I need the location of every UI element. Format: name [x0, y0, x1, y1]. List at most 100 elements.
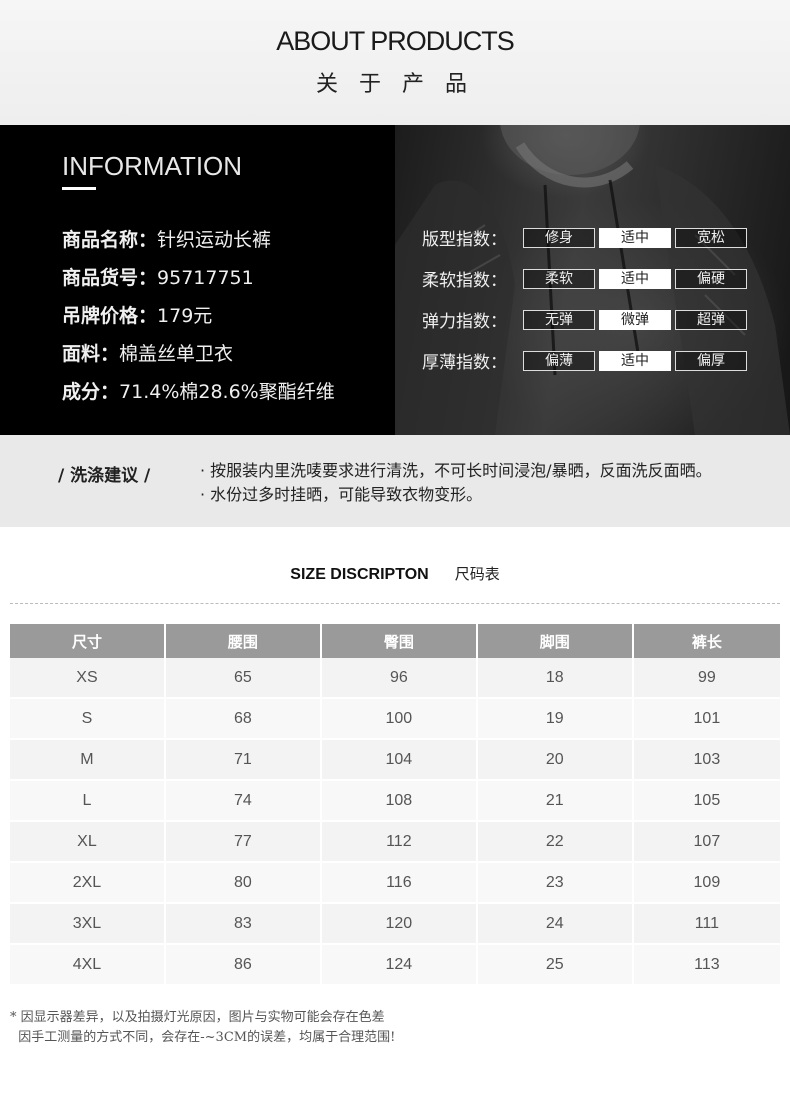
table-cell: 100 [321, 699, 478, 740]
table-cell: 18 [477, 658, 634, 699]
spec-key: 吊牌价格： [62, 305, 158, 327]
table-cell: 105 [633, 781, 780, 822]
table-cell: 24 [477, 904, 634, 945]
rating-option: 修身 [523, 227, 595, 248]
spec-key: 面料： [62, 343, 120, 365]
spec-key: 成分： [62, 381, 120, 403]
column-header: 尺寸 [10, 624, 166, 658]
table-cell: 120 [321, 904, 478, 945]
table-cell: 113 [633, 945, 780, 986]
table-cell: 107 [633, 822, 780, 863]
table-cell: S [10, 699, 166, 740]
table-row: XL 77 112 22 107 [10, 822, 780, 863]
rating-label: 弹力指数： [422, 312, 507, 332]
table-cell: 83 [165, 904, 322, 945]
spec-value: 棉盖丝单卫衣 [119, 343, 234, 365]
rating-option: 柔软 [523, 268, 595, 289]
table-cell: 96 [321, 658, 478, 699]
table-cell: 104 [321, 740, 478, 781]
rating-row: 版型指数： 修身 适中 宽松 [422, 217, 751, 258]
information-title: INFORMATION [62, 151, 243, 181]
spec-name: 商品名称：针织运动长裤 [62, 225, 335, 263]
table-cell: 103 [633, 740, 780, 781]
size-title-en: SIZE DISCRIPTON [290, 566, 429, 583]
spec-key: 商品名称： [62, 229, 158, 251]
table-cell: 20 [477, 740, 634, 781]
rating-row: 厚薄指数： 偏薄 适中 偏厚 [422, 340, 751, 381]
table-cell: 65 [165, 658, 322, 699]
table-cell: 109 [633, 863, 780, 904]
spec-price: 吊牌价格：179元 [62, 301, 335, 339]
table-cell: 108 [321, 781, 478, 822]
table-cell: 68 [165, 699, 322, 740]
table-cell: 112 [321, 822, 478, 863]
table-cell: M [10, 740, 166, 781]
table-cell: 77 [165, 822, 322, 863]
table-cell: 99 [633, 658, 780, 699]
rating-label: 版型指数： [422, 230, 507, 250]
information-panel: INFORMATION 商品名称：针织运动长裤 商品货号：95717751 吊牌… [0, 125, 790, 435]
table-cell: XL [10, 822, 166, 863]
table-cell: 19 [477, 699, 634, 740]
header-title-cn: 关 于 产 品 [316, 72, 474, 97]
table-row: L 74 108 21 105 [10, 781, 780, 822]
size-title: SIZE DISCRIPTON 尺码表 [0, 563, 790, 584]
table-row: XS 65 96 18 99 [10, 658, 780, 699]
table-cell: 25 [477, 945, 634, 986]
spec-composition: 成分：71.4%棉28.6%聚酯纤维 [62, 377, 335, 415]
rating-label: 柔软指数： [422, 271, 507, 291]
spec-item-number: 商品货号：95717751 [62, 263, 335, 301]
table-cell: L [10, 781, 166, 822]
product-ratings: 版型指数： 修身 适中 宽松 柔软指数： 柔软 适中 偏硬 弹力指数： 无弹 微弹 超弹 厚薄指数： 偏薄… [422, 217, 751, 381]
table-cell: 111 [633, 904, 780, 945]
disclaimer-note: * 因显示器差异，以及拍摄灯光原因，图片与实物可能会存在色差 因手工测量的方式不… [10, 1008, 395, 1048]
wash-heading: / 洗涤建议 / [58, 466, 151, 486]
table-row: M 71 104 20 103 [10, 740, 780, 781]
rating-option: 无弹 [523, 309, 595, 330]
table-cell: 2XL [10, 863, 166, 904]
table-cell: 86 [165, 945, 322, 986]
column-header: 腰围 [165, 624, 322, 658]
spec-value: 95717751 [157, 267, 254, 289]
header-title-en: ABOUT PRODUCTS [276, 26, 515, 56]
column-header: 裤长 [633, 624, 780, 658]
rating-option: 偏厚 [675, 350, 747, 371]
table-cell: 124 [321, 945, 478, 986]
about-products-header: ABOUT PRODUCTS 关 于 产 品 [0, 0, 790, 125]
size-title-cn: 尺码表 [454, 565, 500, 583]
size-table-body: XS 65 96 18 99 S 68 100 19 101 M 71 104 20 103 L 74 108 21… [10, 658, 780, 986]
rating-label: 厚薄指数： [422, 353, 507, 373]
spec-value: 针织运动长裤 [157, 229, 272, 251]
table-cell: 74 [165, 781, 322, 822]
wash-line: · 水份过多时挂晒，可能导致衣物变形。 [200, 485, 483, 504]
table-cell: 116 [321, 863, 478, 904]
spec-value: 71.4%棉28.6%聚酯纤维 [119, 381, 335, 403]
table-cell: 4XL [10, 945, 166, 986]
wash-line: · 按服装内里洗唛要求进行清洗，不可长时间浸泡/暴晒，反面洗反面晒。 [200, 461, 712, 480]
rating-option-selected: 微弹 [599, 309, 671, 330]
table-cell: 71 [165, 740, 322, 781]
column-header: 脚围 [477, 624, 634, 658]
rating-option: 偏硬 [675, 268, 747, 289]
size-table-header-row: 尺寸 腰围 臀围 脚围 裤长 [10, 624, 780, 658]
rating-option-selected: 适中 [599, 268, 671, 289]
table-cell: 101 [633, 699, 780, 740]
wash-advice: / 洗涤建议 / · 按服装内里洗唛要求进行清洗，不可长时间浸泡/暴晒，反面洗反… [0, 435, 790, 527]
rating-option: 超弹 [675, 309, 747, 330]
rating-option: 宽松 [675, 227, 747, 248]
size-table: 尺寸 腰围 臀围 脚围 裤长 XS 65 96 18 99 S 68 100 19 101 M 71 104 20… [10, 624, 780, 986]
spec-key: 商品货号： [62, 267, 158, 289]
rating-option-selected: 适中 [599, 227, 671, 248]
note-line: * 因显示器差异，以及拍摄灯光原因，图片与实物可能会存在色差 [10, 1010, 385, 1025]
table-row: S 68 100 19 101 [10, 699, 780, 740]
table-cell: 3XL [10, 904, 166, 945]
table-row: 3XL 83 120 24 111 [10, 904, 780, 945]
rating-option-selected: 适中 [599, 350, 671, 371]
title-underline [62, 187, 96, 190]
spec-value: 179元 [157, 305, 213, 327]
table-cell: 22 [477, 822, 634, 863]
table-cell: 23 [477, 863, 634, 904]
table-row: 2XL 80 116 23 109 [10, 863, 780, 904]
rating-row: 弹力指数： 无弹 微弹 超弹 [422, 299, 751, 340]
wash-instructions: · 按服装内里洗唛要求进行清洗，不可长时间浸泡/暴晒，反面洗反面晒。 · 水份过… [200, 459, 712, 507]
